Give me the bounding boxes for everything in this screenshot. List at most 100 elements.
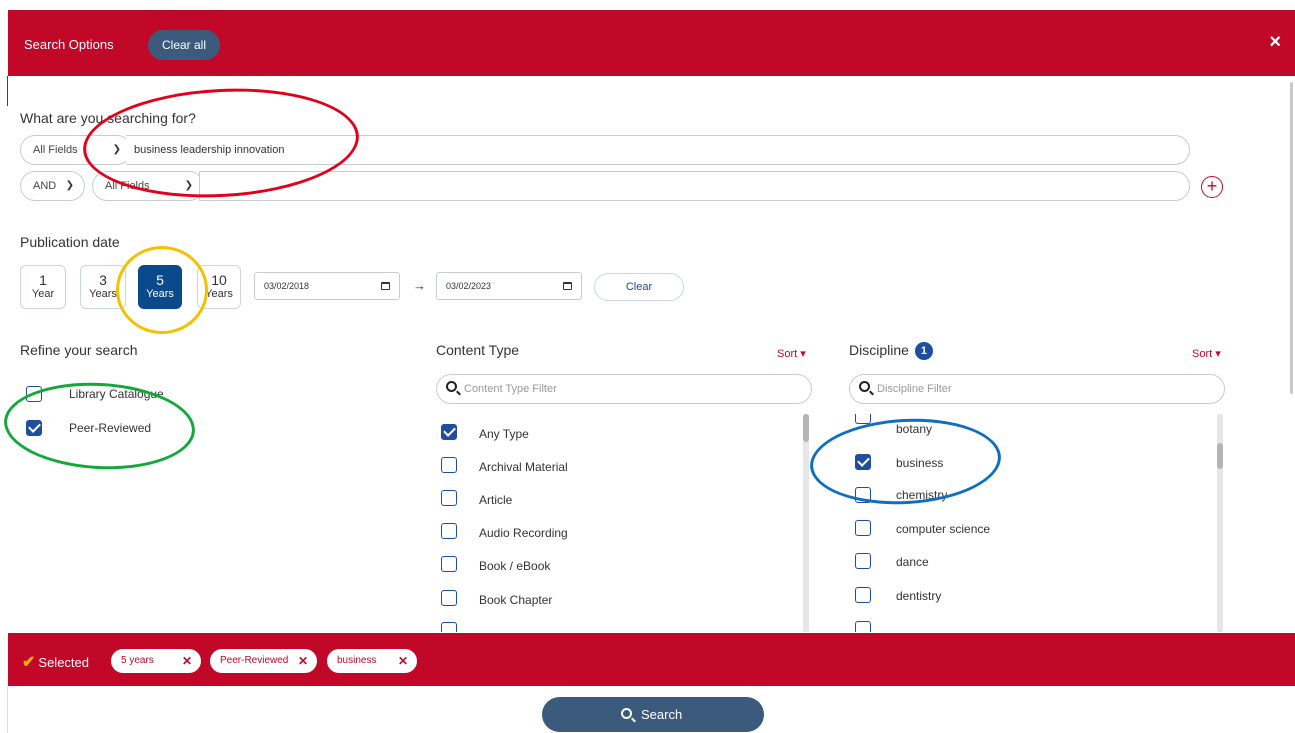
checkbox[interactable] <box>855 487 871 503</box>
content-type-item[interactable]: Book / eBook <box>441 556 691 574</box>
checkbox[interactable] <box>441 523 457 539</box>
discipline-item[interactable]: dance <box>855 553 1105 571</box>
checkbox[interactable] <box>441 457 457 473</box>
search-icon <box>446 381 457 392</box>
checkmark-icon: ✔ <box>22 654 36 671</box>
search-options-modal: Search Options Clear all × What are you … <box>0 0 1295 733</box>
year-button-1[interactable]: 1 Year <box>20 265 66 309</box>
discipline-label: business <box>896 456 944 470</box>
checkbox[interactable] <box>855 520 871 536</box>
chevron-down-icon: ❯ <box>112 144 121 155</box>
discipline-heading-label: Discipline <box>849 342 909 358</box>
content-type-scrollbar[interactable] <box>803 414 809 632</box>
checkbox[interactable] <box>855 587 871 603</box>
discipline-scroll-thumb[interactable] <box>1217 443 1223 469</box>
selected-label: ✔ Selected <box>22 652 89 672</box>
year-button-3-num: 3 <box>99 272 107 288</box>
refine-item-label: Library Catalogue <box>69 387 164 401</box>
discipline-item[interactable]: computer science <box>855 520 1105 538</box>
selected-chip-peer-reviewed[interactable]: Peer-Reviewed ✕ <box>210 649 317 673</box>
checkbox[interactable] <box>26 386 42 402</box>
page-scrollbar[interactable] <box>1290 82 1293 394</box>
content-type-item[interactable]: Archival Material <box>441 457 691 475</box>
discipline-item[interactable]: chemistry <box>855 487 1105 505</box>
content-type-label: Any Type <box>479 427 529 441</box>
checkbox-checked[interactable] <box>26 420 42 436</box>
content-type-item[interactable]: Book Chapter <box>441 590 691 608</box>
checkbox-partial[interactable] <box>441 622 457 632</box>
remove-chip-icon[interactable]: ✕ <box>398 649 408 673</box>
field-select-1[interactable]: All Fields ❯ <box>20 135 132 165</box>
field-select-2[interactable]: All Fields ❯ <box>92 171 204 201</box>
clear-all-button[interactable]: Clear all <box>148 30 220 60</box>
discipline-heading: Discipline 1 <box>849 342 933 360</box>
publication-date-heading: Publication date <box>20 234 120 250</box>
refine-item-label: Peer-Reviewed <box>69 421 152 435</box>
discipline-count-badge: 1 <box>914 342 933 360</box>
modal-header: Search Options Clear all × <box>8 10 1295 76</box>
discipline-scrollbar[interactable] <box>1217 414 1223 632</box>
content-type-item[interactable]: Article <box>441 490 691 508</box>
remove-chip-icon[interactable]: ✕ <box>182 649 192 673</box>
calendar-icon[interactable] <box>381 282 390 290</box>
year-button-1-unit: Year <box>31 288 55 300</box>
content-type-scroll-thumb[interactable] <box>803 414 809 442</box>
selected-filters-bar: ✔ Selected 5 years ✕ Peer-Reviewed ✕ busi… <box>8 633 1295 686</box>
discipline-filter-input[interactable]: Discipline Filter <box>849 374 1225 404</box>
operator-select[interactable]: AND ❯ <box>20 171 85 201</box>
year-button-3[interactable]: 3 Years <box>80 265 126 309</box>
checkbox-checked[interactable] <box>441 424 457 440</box>
discipline-label: dance <box>896 555 929 569</box>
checkbox[interactable] <box>855 553 871 569</box>
content-type-label: Book / eBook <box>479 559 551 573</box>
checkbox[interactable] <box>441 490 457 506</box>
content-type-label: Article <box>479 493 513 507</box>
clear-date-button[interactable]: Clear <box>594 273 684 301</box>
checkbox-checked[interactable] <box>855 454 871 470</box>
search-term-input-2[interactable] <box>199 171 1190 201</box>
refine-item-peer-reviewed[interactable]: Peer-Reviewed <box>26 420 226 438</box>
content-type-item[interactable]: Audio Recording <box>441 523 691 541</box>
year-button-5[interactable]: 5 Years <box>138 265 182 309</box>
calendar-icon[interactable] <box>563 282 572 290</box>
date-to-input[interactable]: 03/02/2023 <box>436 272 582 300</box>
selected-chip-business[interactable]: business ✕ <box>327 649 417 673</box>
content-type-sort[interactable]: Sort ▾ <box>777 347 806 360</box>
add-row-icon[interactable]: + <box>1201 176 1223 198</box>
discipline-sort[interactable]: Sort ▾ <box>1192 347 1221 360</box>
search-term-input-1[interactable]: business leadership innovation <box>126 135 1190 165</box>
content-type-filter-placeholder: Content Type Filter <box>464 383 557 395</box>
search-button[interactable]: Search <box>542 697 764 732</box>
discipline-item[interactable]: business <box>855 454 1105 472</box>
date-from-value: 03/02/2018 <box>264 281 310 291</box>
content-type-label: Book Chapter <box>479 593 553 607</box>
year-button-3-unit: Years <box>89 288 117 300</box>
operator-value: AND <box>33 180 57 192</box>
discipline-item[interactable]: botany <box>855 422 1105 440</box>
modal-title: Search Options <box>24 37 114 52</box>
content-type-label: Archival Material <box>479 460 568 474</box>
year-button-1-num: 1 <box>39 272 47 288</box>
chevron-down-icon: ❯ <box>184 180 193 191</box>
date-to-value: 03/02/2023 <box>446 281 492 291</box>
content-type-filter-input[interactable]: Content Type Filter <box>436 374 812 404</box>
left-accent-divider <box>7 76 8 106</box>
modal-left-border <box>7 686 8 733</box>
discipline-item[interactable]: dentistry <box>855 587 1105 605</box>
year-button-10[interactable]: 10 Years <box>197 265 241 309</box>
close-icon[interactable]: × <box>1269 32 1281 52</box>
discipline-label: botany <box>896 422 933 436</box>
chip-label: Peer-Reviewed <box>220 655 289 666</box>
remove-chip-icon[interactable]: ✕ <box>298 649 308 673</box>
chip-label: business <box>337 655 377 666</box>
chip-label: 5 years <box>121 655 154 666</box>
year-button-5-unit: Years <box>146 288 174 300</box>
content-type-item[interactable]: Any Type <box>441 424 691 442</box>
checkbox[interactable] <box>441 590 457 606</box>
selected-chip-5-years[interactable]: 5 years ✕ <box>111 649 201 673</box>
refine-item-library-catalogue[interactable]: Library Catalogue <box>26 386 226 404</box>
search-button-label: Search <box>641 707 683 722</box>
checkbox-partial[interactable] <box>855 621 871 632</box>
date-from-input[interactable]: 03/02/2018 <box>254 272 400 300</box>
checkbox[interactable] <box>441 556 457 572</box>
